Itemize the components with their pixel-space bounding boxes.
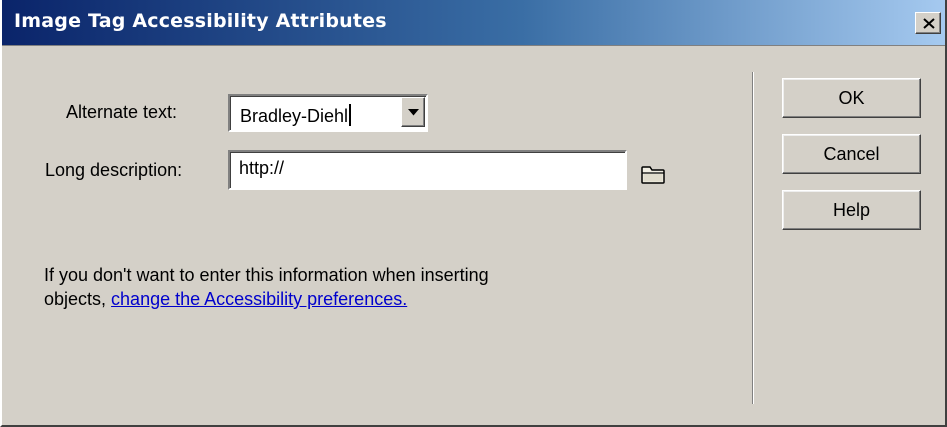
vertical-separator bbox=[752, 72, 753, 404]
long-description-label: Long description: bbox=[45, 160, 183, 180]
chevron-down-icon bbox=[408, 109, 419, 116]
info-text-prefix: objects, bbox=[44, 289, 112, 309]
alternate-text-label: Alternate text: bbox=[66, 102, 178, 122]
browse-folder-button[interactable] bbox=[640, 163, 666, 185]
info-text-line1: If you don't want to enter this informat… bbox=[44, 265, 489, 285]
dialog-title: Image Tag Accessibility Attributes bbox=[14, 10, 387, 32]
alternate-text-dropdown-button[interactable] bbox=[401, 97, 425, 127]
cancel-button[interactable]: Cancel bbox=[782, 134, 921, 174]
alternate-text-combobox[interactable]: Bradley-Diehl bbox=[228, 94, 428, 132]
long-description-input[interactable]: http:// bbox=[228, 150, 627, 190]
title-bar[interactable]: Image Tag Accessibility Attributes bbox=[2, 0, 945, 46]
accessibility-dialog: Image Tag Accessibility Attributes Alter… bbox=[0, 0, 947, 427]
ok-button[interactable]: OK bbox=[782, 78, 921, 118]
accessibility-preferences-link[interactable]: change the Accessibility preferences. bbox=[111, 289, 407, 309]
long-description-value: http:// bbox=[239, 158, 285, 178]
help-button[interactable]: Help bbox=[782, 190, 921, 230]
folder-icon bbox=[641, 166, 665, 184]
info-text: If you don't want to enter this informat… bbox=[44, 263, 489, 311]
alternate-text-value: Bradley-Diehl bbox=[240, 104, 352, 127]
close-button[interactable] bbox=[915, 12, 941, 34]
text-caret bbox=[349, 104, 352, 126]
close-icon bbox=[923, 18, 935, 29]
